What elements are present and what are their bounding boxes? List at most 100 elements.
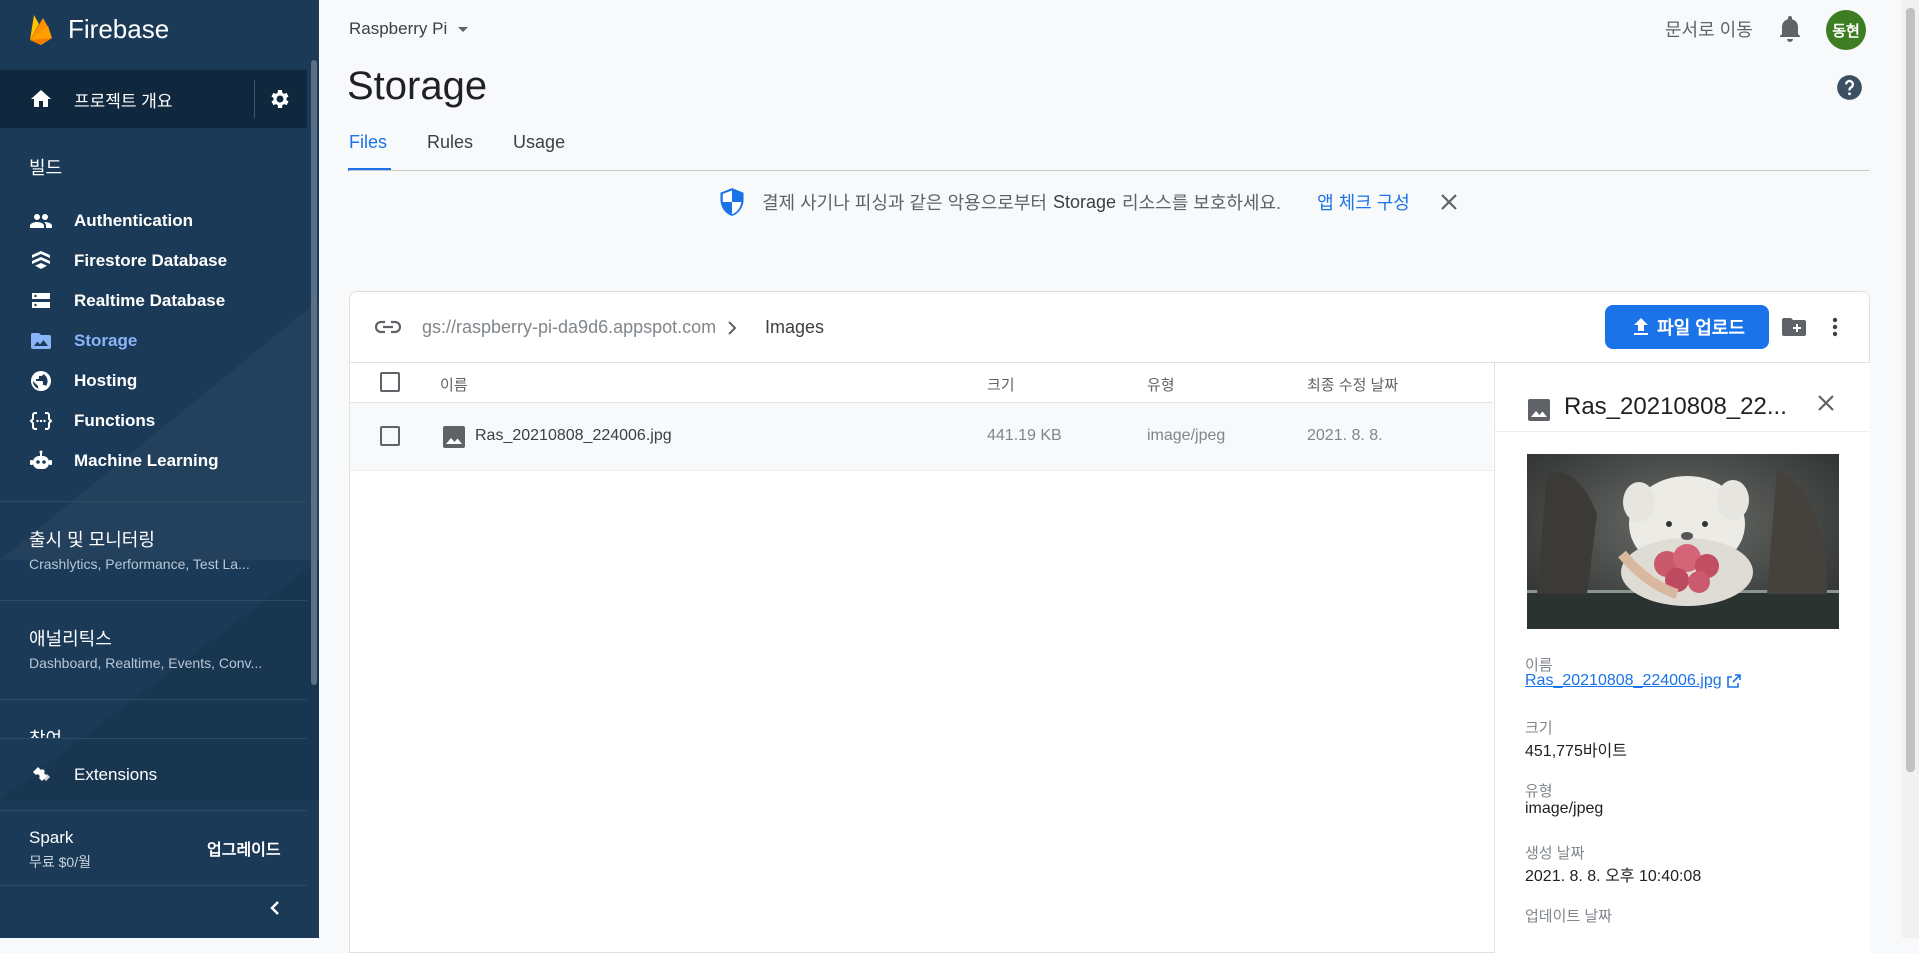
shield-icon (720, 188, 744, 216)
release-section-subtitle: Crashlytics, Performance, Test La... (29, 556, 250, 572)
release-section-title[interactable]: 출시 및 모니터링 (29, 526, 155, 552)
gear-icon[interactable] (268, 87, 292, 111)
home-icon (29, 87, 53, 111)
detail-created-value: 2021. 8. 8. 오후 10:40:08 (1525, 868, 1702, 885)
banner-text-bold: Storage (1052, 191, 1117, 212)
people-icon (29, 209, 53, 233)
firebase-logo[interactable]: Firebase (28, 10, 169, 48)
firestore-icon (29, 249, 53, 273)
file-table: 이름 크기 유형 최종 수정 날짜 Ras_20210808_224006.jp… (350, 363, 1493, 471)
tab-bar: Files Rules Usage (347, 132, 605, 171)
analytics-section-title[interactable]: 애널리틱스 (29, 625, 112, 651)
column-size[interactable]: 크기 (987, 374, 1015, 395)
sidebar-item-firestore[interactable]: Firestore Database (0, 241, 307, 281)
sidebar-item-storage[interactable]: Storage (0, 321, 307, 361)
detail-type-label: 유형 (1525, 783, 1553, 800)
sidebar-item-functions[interactable]: Functions (0, 401, 307, 441)
analytics-section-subtitle: Dashboard, Realtime, Events, Conv... (29, 655, 263, 671)
database-icon (29, 289, 53, 313)
detail-size-label: 크기 (1525, 720, 1553, 737)
breadcrumb-folder[interactable]: Images (765, 317, 824, 338)
project-name: Raspberry Pi (349, 19, 448, 38)
upload-file-button[interactable]: 파일 업로드 (1605, 305, 1769, 349)
create-folder-icon[interactable] (1780, 315, 1808, 339)
avatar[interactable]: 동현 (1826, 10, 1866, 50)
tab-rules[interactable]: Rules (427, 132, 473, 167)
page-scrollbar[interactable] (1902, 0, 1919, 938)
bell-icon[interactable] (1778, 15, 1802, 43)
detail-name-link[interactable]: Ras_20210808_224006.jpg (1525, 672, 1742, 690)
puzzle-icon (29, 763, 53, 787)
close-icon[interactable] (1440, 193, 1458, 211)
robot-icon (29, 449, 53, 473)
detail-type-value: image/jpeg (1525, 800, 1604, 817)
detail-created-label: 생성 날짜 (1525, 845, 1585, 862)
sidebar-item-label: Extensions (74, 765, 158, 784)
project-selector[interactable]: Raspberry Pi (349, 19, 473, 39)
sidebar-item-label: Authentication (74, 211, 193, 230)
banner-text-after: 리소스를 보호하세요. (1122, 193, 1282, 213)
sidebar-item-label: Hosting (74, 371, 138, 390)
app-check-link[interactable]: 앱 체크 구성 (1317, 189, 1410, 215)
bucket-path[interactable]: gs://raspberry-pi-da9d6.appspot.com (422, 317, 716, 338)
sidebar-item-label: Storage (74, 331, 138, 350)
file-size: 441.19 KB (987, 427, 1062, 444)
table-header: 이름 크기 유형 최종 수정 날짜 (350, 363, 1493, 403)
image-preview[interactable] (1527, 454, 1839, 629)
more-vert-icon[interactable] (1831, 315, 1839, 339)
sidebar-item-realtime-db[interactable]: Realtime Database (0, 281, 307, 321)
table-row[interactable]: Ras_20210808_224006.jpg 441.19 KB image/… (350, 403, 1493, 471)
sidebar-item-hosting[interactable]: Hosting (0, 361, 307, 401)
chevron-left-icon[interactable] (267, 900, 283, 916)
sidebar-item-authentication[interactable]: Authentication (0, 201, 307, 241)
file-name[interactable]: Ras_20210808_224006.jpg (475, 427, 672, 445)
sidebar-item-label: Firestore Database (74, 251, 228, 270)
link-icon[interactable] (374, 315, 402, 339)
sidebar-scrollbar[interactable] (311, 60, 317, 685)
sidebar-item-ml[interactable]: Machine Learning (0, 441, 307, 481)
column-type[interactable]: 유형 (1147, 374, 1175, 395)
folder-image-icon (29, 329, 53, 353)
column-name[interactable]: 이름 (440, 374, 468, 395)
plan-price: 무료 $0/월 (29, 854, 91, 870)
close-icon[interactable] (1817, 394, 1835, 412)
chevron-right-icon (722, 316, 742, 340)
caret-down-icon (458, 27, 469, 32)
help-icon[interactable] (1836, 74, 1863, 101)
page-title: Storage (347, 64, 488, 108)
docs-link[interactable]: 문서로 이동 (1665, 16, 1753, 42)
plan-name: Spark (29, 828, 74, 847)
row-checkbox[interactable] (380, 426, 400, 446)
sidebar-item-label: Realtime Database (74, 291, 226, 310)
tab-usage[interactable]: Usage (513, 132, 565, 167)
detail-name-value: Ras_20210808_224006.jpg (1525, 672, 1722, 689)
upload-icon (1634, 318, 1649, 335)
sidebar-item-label: Functions (74, 411, 156, 430)
file-type: image/jpeg (1147, 427, 1226, 444)
engage-section-title[interactable]: 참여 (29, 725, 62, 738)
firebase-flame-icon (30, 15, 52, 45)
upgrade-button[interactable]: 업그레이드 (207, 836, 281, 860)
upload-label: 파일 업로드 (1657, 318, 1745, 338)
detail-title: Ras_20210808_22... (1564, 393, 1787, 420)
file-modified: 2021. 8. 8. (1307, 427, 1383, 444)
column-modified[interactable]: 최종 수정 날짜 (1307, 374, 1398, 395)
detail-updated-label: 업데이트 날짜 (1525, 908, 1612, 925)
globe-icon (29, 369, 53, 393)
sidebar-item-extensions[interactable]: Extensions (0, 755, 307, 795)
image-icon (1527, 398, 1551, 422)
select-all-checkbox[interactable] (380, 372, 400, 392)
project-overview[interactable]: 프로젝트 개요 (0, 70, 307, 128)
sidebar-item-label: Machine Learning (74, 451, 219, 470)
app-check-banner: 결제 사기나 피싱과 같은 악용으로부터 Storage 리소스를 보호하세요.… (718, 187, 1458, 217)
build-section-title: 빌드 (29, 158, 63, 178)
banner-text-before: 결제 사기나 피싱과 같은 악용으로부터 (762, 193, 1047, 213)
tab-files[interactable]: Files (347, 132, 392, 171)
file-detail-panel: Ras_20210808_22... 이름 Ras_20210808_22400… (1494, 363, 1870, 953)
detail-size-value: 451,775바이트 (1525, 743, 1627, 760)
functions-icon (29, 409, 53, 433)
storage-browser: gs://raspberry-pi-da9d6.appspot.com Imag… (349, 291, 1870, 953)
sidebar: Firebase 프로젝트 개요 빌드 Authentication Fires… (0, 0, 319, 938)
path-bar: gs://raspberry-pi-da9d6.appspot.com Imag… (350, 292, 1869, 363)
image-file-icon (442, 425, 466, 449)
